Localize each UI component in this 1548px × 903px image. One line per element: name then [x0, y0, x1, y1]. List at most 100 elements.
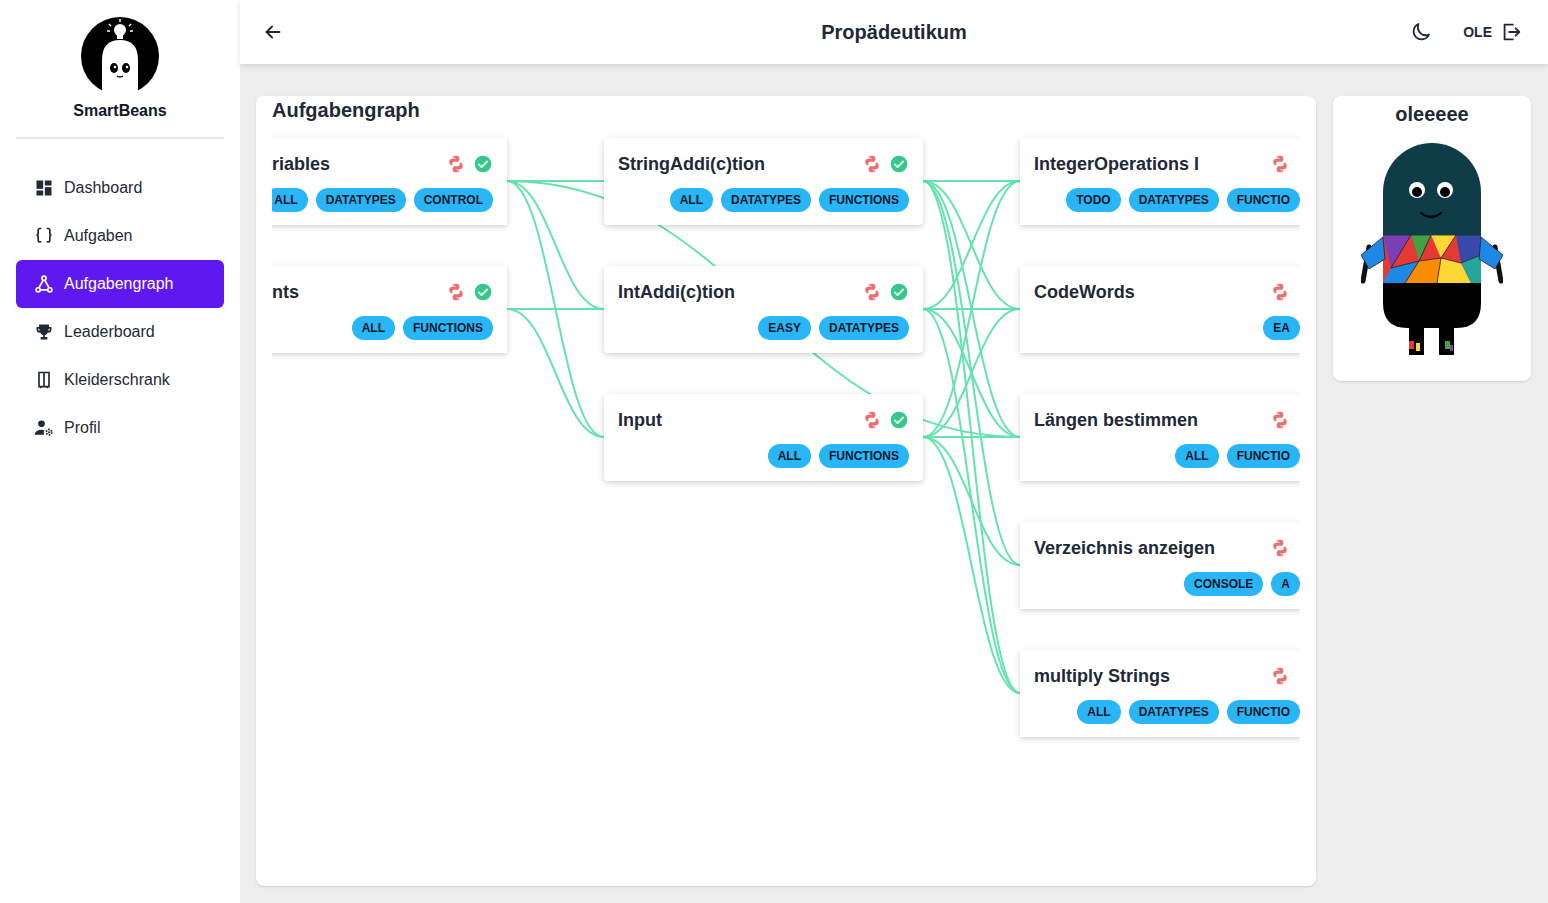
python-icon	[862, 154, 882, 174]
tag-pill: ALL	[352, 316, 395, 340]
moon-icon[interactable]	[1409, 20, 1433, 44]
task-node[interactable]: multiply Strings ALL DATATYPES FUNCTIO	[1020, 650, 1300, 737]
python-icon	[862, 410, 882, 430]
main: Propädeutikum OLE Aufgabengraph riablesA…	[240, 0, 1548, 903]
task-node[interactable]: IntegerOperations I TODO DATATYPES FUNCTIO	[1020, 138, 1300, 225]
task-node[interactable]: CodeWords EA	[1020, 266, 1300, 353]
content: Aufgabengraph riables ALL DATATYPES CONTROL…	[240, 64, 1548, 886]
sidebar-item[interactable]: Leaderboard	[16, 308, 224, 356]
edge-line	[507, 181, 604, 437]
sidebar-item[interactable]: Aufgaben	[16, 212, 224, 260]
user-label[interactable]: OLE	[1463, 22, 1492, 43]
avatar-icon	[1361, 143, 1503, 361]
task-title: IntegerOperations I	[1034, 152, 1199, 176]
tag-pill: EASY	[758, 316, 811, 340]
task-node[interactable]: StringAddi(c)tionALLDATATYPESFUNCTIONS	[604, 138, 923, 225]
tag-pill: DATATYPES	[316, 188, 406, 212]
task-node[interactable]: Längen bestimmenALLFUNCTIO	[1020, 394, 1300, 481]
tag-pill: ALL	[1175, 444, 1218, 468]
python-icon	[446, 282, 466, 302]
profile-card: oleeeee	[1333, 96, 1531, 381]
graph-title: Aufgabengraph	[272, 96, 1316, 124]
graph-icon	[34, 274, 54, 294]
tag-pill: CONTROL	[414, 188, 493, 212]
python-icon	[1270, 666, 1290, 686]
sidebar-divider	[16, 137, 224, 139]
sidebar-item[interactable]: Profil	[16, 404, 224, 452]
tag-pill: ALL	[670, 188, 713, 212]
sidebar: SmartBeans Dashboard Aufgaben Aufgabengrap…	[0, 0, 240, 903]
edge-line	[923, 181, 1020, 693]
tag-pill: FUNCTIO	[1227, 700, 1300, 724]
sidebar-item-label: Aufgaben	[64, 224, 133, 248]
top-bar: Propädeutikum OLE	[240, 0, 1548, 64]
task-node[interactable]: IntAddi(c)tion EASY DATATYPES	[604, 266, 923, 353]
task-title: riables	[272, 152, 330, 176]
logout-icon[interactable]	[1500, 21, 1522, 43]
sidebar-item-label: Aufgabengraph	[64, 272, 173, 296]
task-node[interactable]: Verzeichnis anzeigenCONSOLEA	[1020, 522, 1300, 609]
task-node[interactable]: riables ALL DATATYPES CONTROL	[272, 138, 507, 225]
sidebar-item-label: Leaderboard	[64, 320, 155, 344]
sidebar-nav: Dashboard Aufgaben Aufgabengraph Leaderboar…	[16, 164, 224, 452]
edge-line	[923, 309, 1020, 693]
tag-pill: DATATYPES	[1129, 700, 1219, 724]
python-icon	[1270, 282, 1290, 302]
edge-line	[923, 309, 1020, 437]
tag-pill: ALL	[272, 188, 308, 212]
task-title: Input	[618, 408, 662, 432]
python-icon	[446, 154, 466, 174]
sidebar-item[interactable]: Dashboard	[16, 164, 224, 212]
task-title: multiply Strings	[1034, 664, 1170, 688]
tag-pill: DATATYPES	[819, 316, 909, 340]
back-arrow-icon[interactable]	[262, 21, 284, 43]
top-bar-actions: OLE	[1409, 20, 1526, 44]
tag-pill: DATATYPES	[1129, 188, 1219, 212]
task-title: IntAddi(c)tion	[618, 280, 735, 304]
sidebar-item[interactable]: Kleiderschrank	[16, 356, 224, 404]
sidebar-item-label: Profil	[64, 416, 100, 440]
edge-line	[923, 180, 1020, 182]
edge-line	[923, 436, 1020, 438]
tag-pill: EA	[1263, 316, 1300, 340]
dashboard-icon	[34, 178, 54, 198]
edge-line	[507, 309, 604, 437]
tag-pill: FUNCTIO	[1227, 188, 1300, 212]
edge-line	[923, 437, 1020, 565]
task-title: StringAddi(c)tion	[618, 152, 765, 176]
tag-pill: A	[1271, 572, 1300, 596]
tag-pill: FUNCTIONS	[403, 316, 493, 340]
check-icon	[473, 282, 493, 302]
edge-line	[923, 181, 1020, 437]
task-title: Längen bestimmen	[1034, 408, 1198, 432]
sidebar-item-label: Kleiderschrank	[64, 368, 170, 392]
tag-pill: ALL	[1077, 700, 1120, 724]
edge-line	[923, 309, 1020, 437]
tag-pill: FUNCTIONS	[819, 188, 909, 212]
python-icon	[1270, 538, 1290, 558]
check-icon	[473, 154, 493, 174]
check-icon	[889, 154, 909, 174]
edge-line	[923, 181, 1020, 437]
tag-pill: FUNCTIONS	[819, 444, 909, 468]
check-icon	[889, 282, 909, 302]
profile-name: oleeeee	[1395, 100, 1468, 128]
edge-line	[507, 181, 604, 309]
tag-pill: CONSOLE	[1184, 572, 1263, 596]
task-node[interactable]: InputALLFUNCTIONS	[604, 394, 923, 481]
logo-icon	[80, 16, 160, 96]
task-title: CodeWords	[1034, 280, 1135, 304]
tag-pill: TODO	[1066, 188, 1120, 212]
user-gear-icon	[34, 418, 54, 438]
braces-icon	[34, 226, 54, 246]
edge-line	[507, 308, 604, 310]
logo[interactable]: SmartBeans	[16, 0, 224, 121]
graph-edges	[272, 124, 1300, 870]
check-icon	[889, 410, 909, 430]
page-title: Propädeutikum	[240, 17, 1548, 47]
sidebar-item[interactable]: Aufgabengraph	[16, 260, 224, 308]
python-icon	[1270, 154, 1290, 174]
graph-canvas[interactable]: riablesALLDATATYPESCONTROLntsALLFUNCTION…	[272, 124, 1300, 870]
task-node[interactable]: ntsALLFUNCTIONS	[272, 266, 507, 353]
python-icon	[862, 282, 882, 302]
